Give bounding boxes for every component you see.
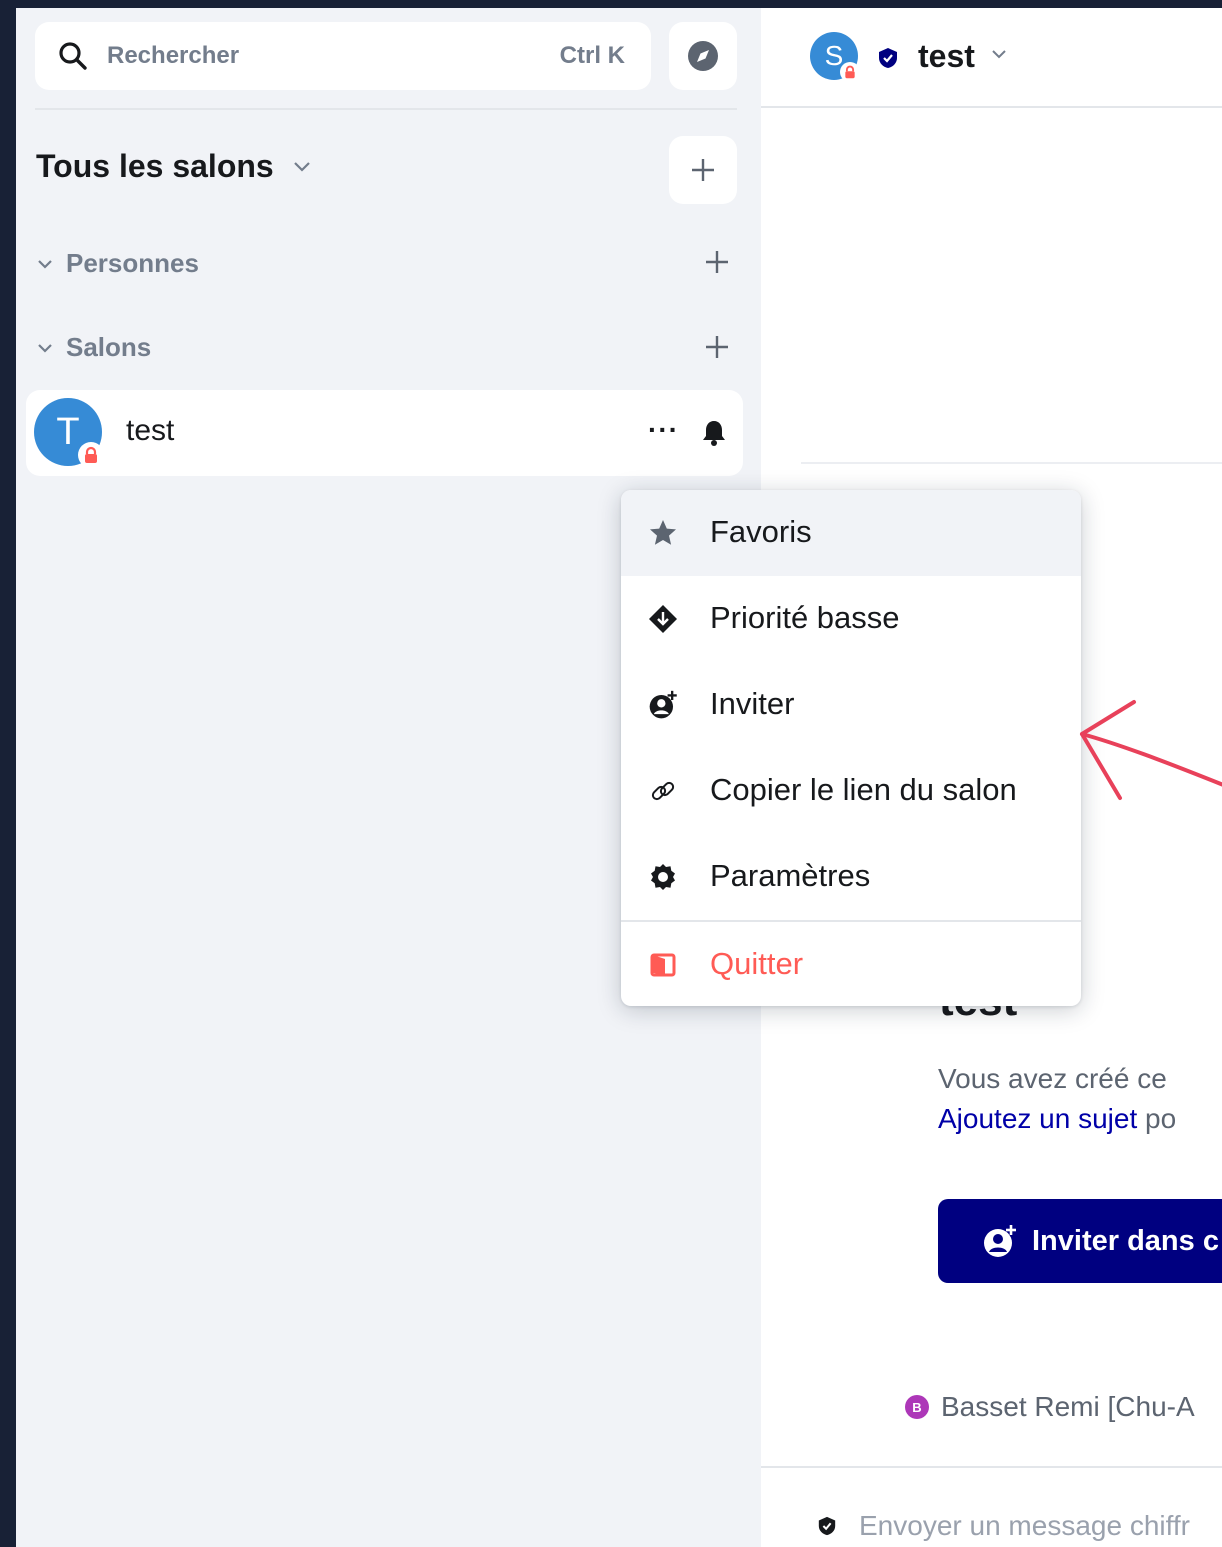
encrypted-lock-icon bbox=[840, 62, 860, 82]
leave-door-icon bbox=[647, 949, 679, 981]
room-context-menu: Favoris Priorité basse Inviter Copier le… bbox=[621, 490, 1081, 1006]
creation-event: B Basset Remi [Chu-A bbox=[905, 1391, 1195, 1423]
timeline-separator bbox=[801, 462, 1222, 464]
low-priority-icon bbox=[647, 603, 679, 635]
search-icon bbox=[59, 42, 87, 70]
search-bar[interactable]: Rechercher Ctrl K bbox=[35, 22, 651, 90]
menu-item-label: Quitter bbox=[710, 946, 804, 981]
invite-user-icon bbox=[984, 1225, 1016, 1257]
menu-item-label: Copier le lien du salon bbox=[710, 772, 1017, 807]
add-room-plus-icon[interactable] bbox=[704, 334, 730, 360]
chevron-down-icon bbox=[38, 259, 52, 269]
verified-shield-icon bbox=[879, 48, 897, 68]
room-topic-prompt: Ajoutez un sujet po bbox=[938, 1103, 1176, 1135]
chevron-down-icon bbox=[992, 50, 1006, 59]
compass-icon bbox=[688, 41, 718, 71]
menu-item-label: Favoris bbox=[710, 514, 812, 549]
app-window: Rechercher Ctrl K Tous les salons Person… bbox=[16, 8, 1222, 1547]
menu-item-label: Paramètres bbox=[710, 858, 871, 893]
header-room-avatar: S bbox=[810, 32, 860, 82]
search-shortcut: Ctrl K bbox=[559, 42, 625, 69]
header-room-name: test bbox=[918, 38, 975, 74]
menu-item-settings[interactable]: Paramètres bbox=[621, 834, 1081, 920]
room-options-more-icon[interactable]: ··· bbox=[648, 414, 679, 446]
room-created-text: Vous avez créé ce bbox=[938, 1063, 1167, 1094]
room-filter-dropdown[interactable]: Tous les salons bbox=[36, 148, 312, 185]
creator-name: Basset Remi [Chu-A bbox=[941, 1391, 1195, 1422]
encrypted-lock-icon bbox=[78, 442, 104, 468]
invite-button-label: Inviter dans c bbox=[1032, 1224, 1219, 1257]
section-header-people[interactable]: Personnes bbox=[36, 248, 199, 279]
section-label-people: Personnes bbox=[66, 248, 199, 278]
section-header-rooms[interactable]: Salons bbox=[36, 332, 151, 363]
add-room-button[interactable] bbox=[669, 136, 737, 204]
invite-to-room-button[interactable]: Inviter dans c bbox=[938, 1199, 1222, 1283]
menu-item-low-priority[interactable]: Priorité basse bbox=[621, 576, 1081, 662]
settings-gear-icon bbox=[647, 861, 679, 893]
annotation-arrow bbox=[1080, 700, 1222, 800]
plus-icon bbox=[692, 159, 714, 181]
search-placeholder: Rechercher bbox=[107, 42, 240, 69]
message-composer[interactable]: Envoyer un message chiffr bbox=[817, 1510, 1190, 1542]
notification-bell-icon[interactable] bbox=[699, 418, 729, 448]
room-avatar: T bbox=[34, 398, 104, 468]
star-icon bbox=[647, 517, 679, 549]
chevron-down-icon bbox=[293, 161, 310, 172]
room-header[interactable]: S test bbox=[761, 8, 1222, 108]
section-label-rooms: Salons bbox=[66, 332, 152, 362]
menu-item-label: Inviter bbox=[710, 686, 795, 721]
sidebar-divider bbox=[35, 108, 737, 110]
composer-divider bbox=[761, 1466, 1222, 1468]
composer-placeholder: Envoyer un message chiffr bbox=[859, 1510, 1190, 1541]
room-name: test bbox=[126, 414, 175, 447]
explore-rooms-button[interactable] bbox=[669, 22, 737, 90]
link-icon bbox=[647, 775, 679, 807]
add-person-plus-icon[interactable] bbox=[704, 249, 730, 275]
creator-avatar-letter: B bbox=[912, 1399, 922, 1415]
menu-item-leave[interactable]: Quitter bbox=[621, 922, 1081, 1006]
room-filter-label: Tous les salons bbox=[36, 148, 274, 184]
verified-shield-icon bbox=[818, 1516, 836, 1536]
menu-item-favourite[interactable]: Favoris bbox=[621, 490, 1081, 576]
add-topic-link[interactable]: Ajoutez un sujet bbox=[938, 1103, 1137, 1134]
chevron-down-icon bbox=[38, 343, 52, 353]
room-list-item[interactable]: T test ··· bbox=[26, 390, 743, 476]
topic-suffix: po bbox=[1137, 1103, 1177, 1134]
menu-item-invite[interactable]: Inviter bbox=[621, 662, 1081, 748]
menu-item-label: Priorité basse bbox=[710, 600, 900, 635]
creator-avatar: B bbox=[905, 1395, 929, 1419]
invite-user-icon bbox=[647, 689, 679, 721]
room-avatar-letter: T bbox=[56, 410, 80, 453]
menu-item-copy-link[interactable]: Copier le lien du salon bbox=[621, 748, 1081, 834]
